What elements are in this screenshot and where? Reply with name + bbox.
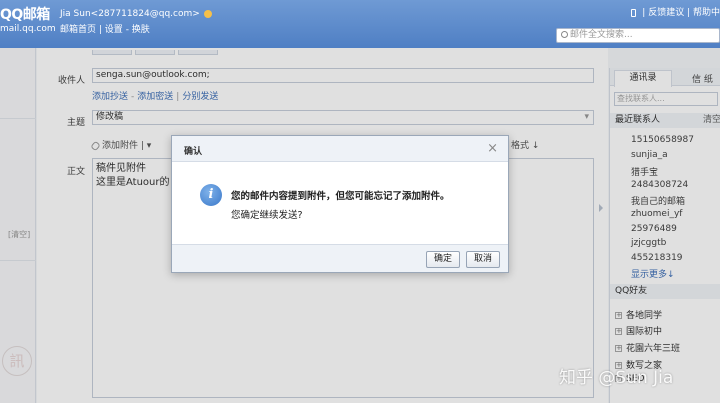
cancel-button[interactable]: 取消 bbox=[466, 251, 500, 268]
qq-mail-logo[interactable]: QQ邮箱 mail.qq.com bbox=[0, 7, 56, 36]
close-icon[interactable]: × bbox=[487, 141, 498, 156]
user-name: Jia Sun<287711824@qq.com> bbox=[60, 9, 200, 19]
settings-link[interactable]: 设置 bbox=[105, 25, 123, 35]
dialog-title: 确认 bbox=[184, 147, 203, 157]
info-icon: i bbox=[200, 184, 222, 206]
vip-icon[interactable] bbox=[203, 9, 212, 18]
logo-domain: mail.qq.com bbox=[0, 24, 56, 34]
confirm-button[interactable]: 确定 bbox=[426, 251, 460, 268]
feedback-link[interactable]: 反馈建议 bbox=[648, 8, 684, 18]
switch-skin-link[interactable]: 换肤 bbox=[132, 25, 150, 35]
mail-home-link[interactable]: 邮箱首页 bbox=[60, 25, 96, 35]
dialog-footer: 确定 取消 bbox=[172, 244, 508, 272]
dialog-header: 确认 × bbox=[172, 136, 508, 162]
phone-icon[interactable] bbox=[631, 8, 637, 17]
dialog-question: 您确定继续发送? bbox=[231, 210, 303, 221]
user-account: Jia Sun<287711824@qq.com> bbox=[60, 9, 212, 19]
logo-text: QQ邮箱 bbox=[0, 7, 50, 23]
search-placeholder: 邮件全文搜索... bbox=[570, 30, 633, 40]
mail-search-input[interactable]: 邮件全文搜索... bbox=[556, 28, 720, 43]
link-separator: | bbox=[684, 8, 693, 18]
app-header: QQ邮箱 mail.qq.com Jia Sun<287711824@qq.co… bbox=[0, 0, 720, 48]
watermark: 知乎 @Sun Jia bbox=[559, 368, 674, 388]
search-icon bbox=[561, 31, 568, 38]
top-right-links: | 反馈建议 | 帮助中 bbox=[631, 5, 720, 18]
header-links: 邮箱首页 | 设置 - 换肤 bbox=[60, 22, 150, 35]
confirm-dialog: 确认 × i 您的邮件内容提到附件，但您可能忘记了添加附件。 您确定继续发送? … bbox=[171, 135, 509, 273]
help-link[interactable]: 帮助中 bbox=[693, 8, 720, 18]
dialog-message: 您的邮件内容提到附件，但您可能忘记了添加附件。 bbox=[231, 191, 450, 202]
